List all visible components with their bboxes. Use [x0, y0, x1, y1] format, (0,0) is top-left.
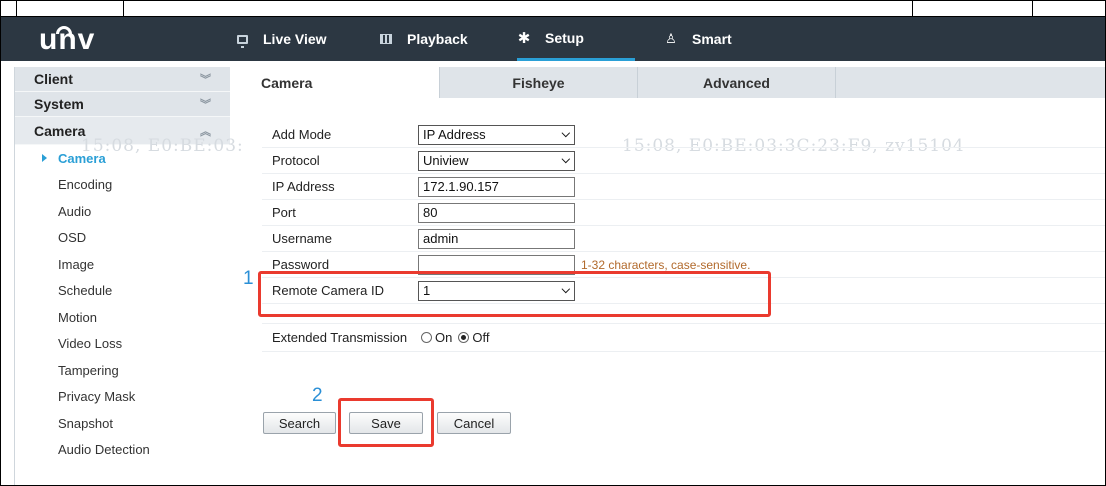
sidebar-item-motion[interactable]: Motion: [15, 304, 230, 331]
strip-divider: [1032, 1, 1033, 17]
sidebar-item-label: Image: [58, 256, 95, 272]
tab-label: Camera: [261, 74, 313, 91]
sidebar-group-label: Camera: [34, 122, 86, 139]
strip-divider: [123, 1, 124, 17]
tab-camera[interactable]: Camera: [242, 67, 440, 98]
film-icon: [379, 32, 393, 46]
monitor-icon: [235, 32, 249, 48]
sidebar-item-label: Audio Detection: [58, 442, 150, 458]
radio-label: Off: [472, 330, 490, 345]
main-panel: Camera Fisheye Advanced 15:08, E0:BE:03:…: [242, 67, 1105, 485]
sidebar-item-label: Audio: [58, 203, 92, 219]
tab-advanced[interactable]: Advanced: [638, 67, 836, 98]
sidebar: Client ︾ System ︾ Camera ︽ Camera Encodi…: [14, 67, 230, 485]
top-strip: [1, 1, 1105, 17]
nav-label: Smart: [692, 31, 732, 47]
sidebar-item-label: Motion: [58, 309, 98, 325]
nav-label: Playback: [407, 31, 468, 47]
select-value: IP Address: [423, 127, 486, 142]
sidebar-item-osd[interactable]: OSD: [15, 225, 230, 252]
camera-form: Add Mode IP Address ⌵ Protocol Uniview ⌵: [262, 122, 1105, 352]
radio-off[interactable]: Off: [458, 330, 489, 345]
user-smart-icon: ♙: [665, 31, 677, 46]
ip-address-label: IP Address: [272, 179, 335, 194]
tab-fisheye[interactable]: Fisheye: [440, 67, 638, 98]
sidebar-item-image[interactable]: Image: [15, 251, 230, 278]
sidebar-item-schedule[interactable]: Schedule: [15, 278, 230, 305]
password-hint: 1-32 characters, case-sensitive.: [581, 257, 751, 272]
radio-off-circle-icon: [421, 332, 432, 343]
highlight-box-password: [258, 271, 771, 317]
add-mode-label: Add Mode: [272, 127, 332, 142]
sidebar-item-label: Tampering: [58, 362, 119, 378]
sidebar-item-encoding[interactable]: Encoding: [15, 172, 230, 199]
radio-on[interactable]: On: [421, 330, 452, 345]
step-number: 1: [243, 268, 254, 289]
protocol-label: Protocol: [272, 153, 320, 168]
username-input[interactable]: [418, 228, 575, 249]
app-window: unv Live View Playback ✱ Setup ♙ Smart C…: [0, 0, 1106, 486]
nav-label: Setup: [545, 29, 584, 46]
step-number: 2: [312, 385, 323, 406]
sidebar-item-snapshot[interactable]: Snapshot: [15, 410, 230, 437]
tab-bar: Camera Fisheye Advanced: [242, 67, 1105, 98]
strip-divider: [912, 1, 913, 17]
password-label: Password: [272, 257, 330, 272]
sidebar-item-label: OSD: [58, 230, 87, 246]
nav-setup[interactable]: ✱ Setup: [517, 17, 635, 61]
chevron-down-double-icon: ︾: [200, 74, 211, 86]
chevron-down-double-icon: ︾: [200, 99, 211, 111]
sidebar-item-tampering[interactable]: Tampering: [15, 357, 230, 384]
sidebar-group-label: Client: [34, 71, 73, 87]
ip-address-input[interactable]: [418, 176, 575, 197]
sidebar-item-label: Privacy Mask: [58, 389, 136, 405]
tab-label: Advanced: [703, 74, 770, 91]
sidebar-group-system[interactable]: System ︾: [15, 92, 230, 117]
sidebar-item-label: Snapshot: [58, 415, 113, 431]
sidebar-item-video-loss[interactable]: Video Loss: [15, 331, 230, 358]
nav-smart[interactable]: ♙ Smart: [664, 17, 732, 61]
nav-live-view[interactable]: Live View: [235, 17, 327, 61]
top-header: unv Live View Playback ✱ Setup ♙ Smart: [1, 17, 1105, 61]
active-arrow-icon: [42, 154, 47, 162]
add-mode-row: Add Mode IP Address ⌵: [262, 122, 1105, 148]
protocol-row: Protocol Uniview ⌵: [262, 148, 1105, 174]
tab-label: Fisheye: [512, 74, 565, 91]
chevron-down-icon: ⌵: [561, 154, 570, 166]
chevron-down-icon: ⌵: [561, 128, 570, 140]
gear-icon: ✱: [517, 29, 531, 47]
sidebar-item-label: Schedule: [58, 283, 113, 299]
nav-playback[interactable]: Playback: [379, 17, 468, 61]
sidebar-group-label: System: [34, 96, 84, 112]
port-row: Port: [262, 200, 1105, 226]
highlight-box-save: [338, 398, 434, 447]
port-input[interactable]: [418, 202, 575, 223]
sidebar-item-label: Video Loss: [58, 336, 123, 352]
strip-divider: [16, 1, 17, 17]
brand-logo: unv: [39, 23, 95, 57]
port-label: Port: [272, 205, 296, 220]
username-label: Username: [272, 231, 332, 246]
ip-address-row: IP Address: [262, 174, 1105, 200]
sidebar-item-audio[interactable]: Audio: [15, 198, 230, 225]
nav-label: Live View: [263, 31, 327, 47]
extended-transmission-row: Extended Transmission On Off: [262, 323, 1105, 352]
radio-label: On: [435, 330, 453, 345]
username-row: Username: [262, 226, 1105, 252]
add-mode-select[interactable]: IP Address ⌵: [418, 124, 575, 145]
cancel-button[interactable]: Cancel: [437, 412, 511, 434]
select-value: Uniview: [423, 153, 469, 168]
radio-checked-icon: [458, 332, 470, 343]
sidebar-item-privacy-mask[interactable]: Privacy Mask: [15, 384, 230, 411]
extended-transmission-label: Extended Transmission: [272, 330, 408, 345]
sidebar-group-client[interactable]: Client ︾: [15, 67, 230, 92]
sidebar-item-label: Encoding: [58, 177, 113, 193]
search-button[interactable]: Search: [263, 412, 336, 434]
protocol-select[interactable]: Uniview ⌵: [418, 150, 575, 171]
sidebar-item-audio-detection[interactable]: Audio Detection: [15, 437, 230, 464]
